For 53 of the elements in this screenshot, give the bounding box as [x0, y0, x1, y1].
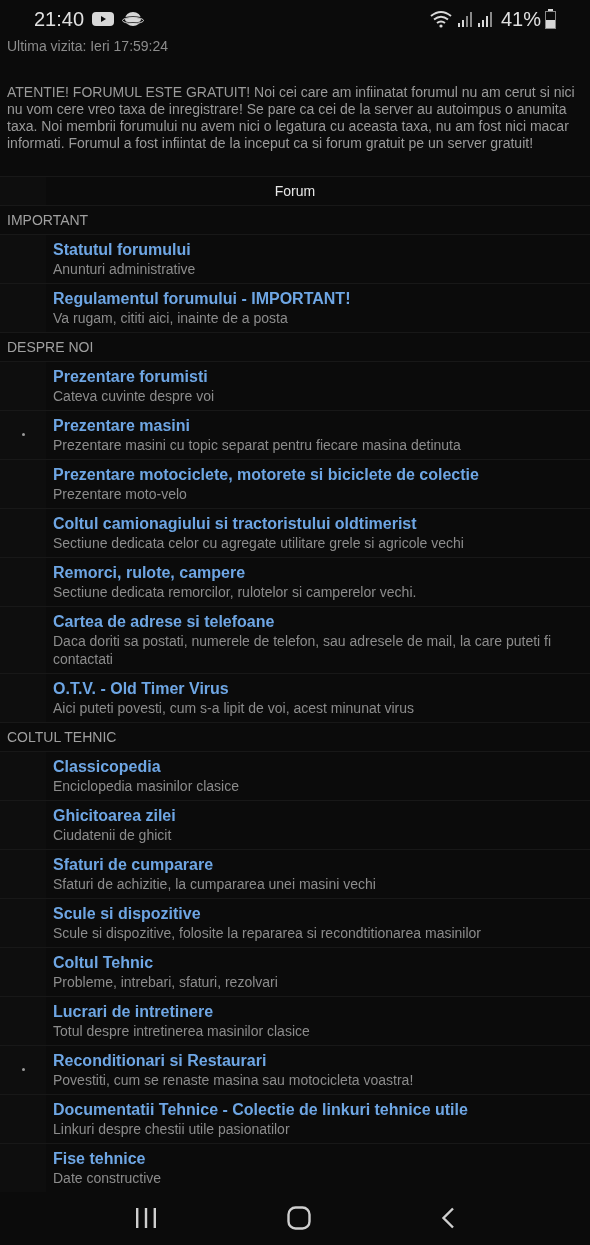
forum-link[interactable]: Lucrari de intretinere [53, 1001, 310, 1022]
forum-link[interactable]: Documentatii Tehnice - Colectie de linkuri tehnice utile [53, 1099, 468, 1120]
forum-description: Totul despre intretinerea masinilor clasice [53, 1021, 310, 1040]
forum-link[interactable]: Coltul camionagiului si tractoristului oldtimerist [53, 513, 464, 534]
forum-link[interactable]: Cartea de adrese si telefoane [53, 611, 582, 632]
forum-link[interactable]: Prezentare forumisti [53, 366, 215, 387]
forum-description: Anunturi administrative [53, 259, 196, 278]
forum-description: Va rugam, cititi aici, inainte de a posta [53, 308, 289, 327]
forum-link[interactable]: Prezentare masini [53, 415, 461, 436]
forum-description: Linkuri despre chestii utile pasionatilor [53, 1119, 291, 1138]
battery-level: 41% [500, 6, 541, 32]
forum-link[interactable]: Reconditionari si Restaurari [53, 1050, 414, 1071]
forum-description: Scule si dispozitive, folosite la repararea si recondtitionarea masinilor [53, 923, 481, 942]
forum-description: Povestiti, cum se renaste masina sau motocicleta voastra! [53, 1070, 414, 1089]
forum-description: Prezentare masini cu topic separat pentru fiecare masina detinuta [53, 435, 461, 454]
forum-description: Daca doriti sa postati, numerele de telefon, sau adresele de mail, la care puteti fi contactati [53, 631, 553, 668]
category-header: DESPRE NOI [0, 331, 590, 361]
forum-link[interactable]: Statutul forumului [53, 239, 196, 260]
forum-link[interactable]: Sfaturi de cumparare [53, 854, 376, 875]
forum-link[interactable]: Classicopedia [53, 756, 239, 777]
forum-link[interactable]: Coltul Tehnic [53, 952, 278, 973]
category-header: COLTUL TEHNIC [0, 721, 590, 751]
forum-link[interactable]: Regulamentul forumului - IMPORTANT! [53, 288, 351, 309]
last-visit-text: Ultima vizita: Ieri 17:59:24 [6, 37, 170, 54]
forum-description: Prezentare moto-velo [53, 484, 188, 503]
signal-icon [476, 10, 493, 27]
forum-link[interactable]: Fise tehnice [53, 1148, 162, 1169]
forum-description: Date constructive [53, 1168, 162, 1187]
forum-link[interactable]: O.T.V. - Old Timer Virus [53, 678, 415, 699]
forum-description: Ciudatenii de ghicit [53, 825, 173, 844]
wifi-icon [428, 9, 453, 28]
forum-link[interactable]: Prezentare motociclete, motorete si biciclete de colectie [53, 464, 479, 485]
forum-description: Sectiune dedicata celor cu agregate utilitare grele si agricole vechi [53, 533, 464, 552]
video-icon [92, 10, 115, 27]
category-header: IMPORTANT [0, 204, 590, 234]
forum-description: Enciclopedia masinilor clasice [53, 776, 239, 795]
forum-description: Sfaturi de achizitie, la cumpararea unei masini vechi [53, 874, 376, 893]
forum-description: Sectiune dedicata remorcilor, rulotelor si camperelor vechi. [53, 582, 417, 601]
home-icon[interactable] [287, 1206, 311, 1231]
forum-link[interactable]: Scule si dispozitive [53, 903, 481, 924]
forum-description: Probleme, intrebari, sfaturi, rezolvari [53, 972, 278, 991]
planet-icon [122, 9, 145, 28]
forum-link[interactable]: Ghicitoarea zilei [53, 805, 176, 826]
forum-description: Aici puteti povesti, cum s-a lipit de voi, acest minunat virus [53, 698, 415, 717]
forum-description: Cateva cuvinte despre voi [53, 386, 215, 405]
clock: 21:40 [34, 6, 85, 32]
table-header: Forum [273, 181, 317, 201]
signal-icon [456, 10, 473, 27]
back-icon[interactable] [441, 1207, 455, 1230]
battery-icon [545, 8, 556, 29]
recent-apps-icon[interactable] [135, 1207, 157, 1230]
forum-link[interactable]: Remorci, rulote, campere [53, 562, 417, 583]
notice-text: ATENTIE! FORUMUL ESTE GRATUIT! Noi cei care am infiinatat forumul nu am cerut si nici nu vom cere vreo taxa de inregistrare! Se pare ca cei de la server au autoimpus o anumita taxa. Noi membrii forumului nu avem nici o legatura cu aceasta taxa, nu am fost nici macar informati. Forumul a fost infiintat de la inceput ca si forum gratuit pe un server gratuit! [0, 53, 590, 177]
